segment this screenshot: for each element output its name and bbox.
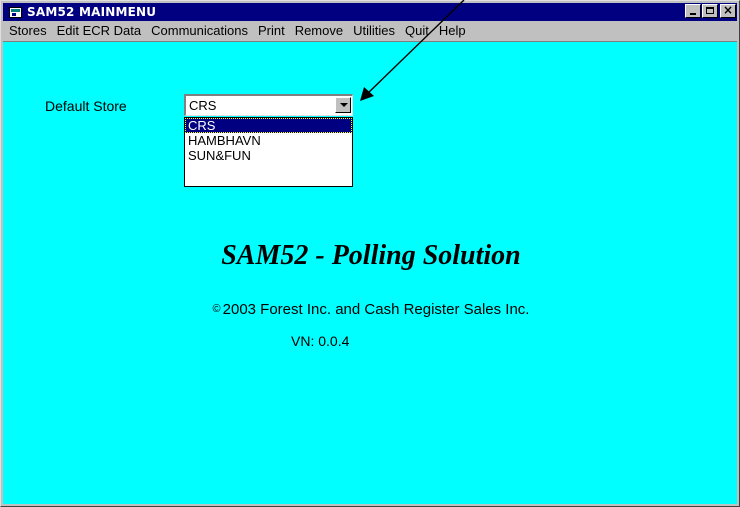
main-window: SAM52 MAINMENU × Stores Edit ECR Data Co… [0,0,740,507]
store-option-crs[interactable]: CRS [185,118,352,133]
app-icon[interactable] [9,6,22,18]
close-icon: × [722,3,734,17]
title-bar[interactable]: SAM52 MAINMENU × [3,3,737,21]
dropdown-button[interactable] [335,97,351,113]
menu-utilities[interactable]: Utilities [348,21,400,40]
menu-print[interactable]: Print [253,21,290,40]
copyright-text: 2003 Forest Inc. and Cash Register Sales… [222,301,530,318]
minimize-icon [690,13,696,15]
menu-remove[interactable]: Remove [290,21,348,40]
store-option-hambhavn[interactable]: HAMBHAVN [185,133,352,148]
default-store-label: Default Store [45,98,127,114]
default-store-value: CRS [189,98,217,113]
caption-buttons: × [684,3,736,18]
copyright-notice: © 2003 Forest Inc. and Cash Register Sale… [3,301,739,318]
client-area: Default Store CRS CRS HAMBHAVN SUN&FUN S… [3,41,737,504]
maximize-icon [706,7,714,14]
store-option-sun-fun[interactable]: SUN&FUN [185,148,352,163]
chevron-down-icon [340,103,348,107]
menu-quit[interactable]: Quit [400,21,434,40]
maximize-button[interactable] [702,4,718,18]
app-heading: SAM52 - Polling Solution [221,240,521,271]
window-title: SAM52 MAINMENU [27,5,157,19]
copyright-symbol: © [212,303,221,315]
menu-bar: Stores Edit ECR Data Communications Prin… [3,21,737,40]
menu-communications[interactable]: Communications [146,21,253,40]
menu-edit-ecr-data[interactable]: Edit ECR Data [52,21,147,40]
store-dropdown-list: CRS HAMBHAVN SUN&FUN [184,117,353,187]
menu-stores[interactable]: Stores [3,21,52,40]
minimize-button[interactable] [685,4,701,18]
default-store-combobox[interactable]: CRS [184,94,353,116]
version-label: VN: 0.0.4 [291,333,350,349]
menu-help[interactable]: Help [434,21,471,40]
close-button[interactable]: × [720,3,736,18]
